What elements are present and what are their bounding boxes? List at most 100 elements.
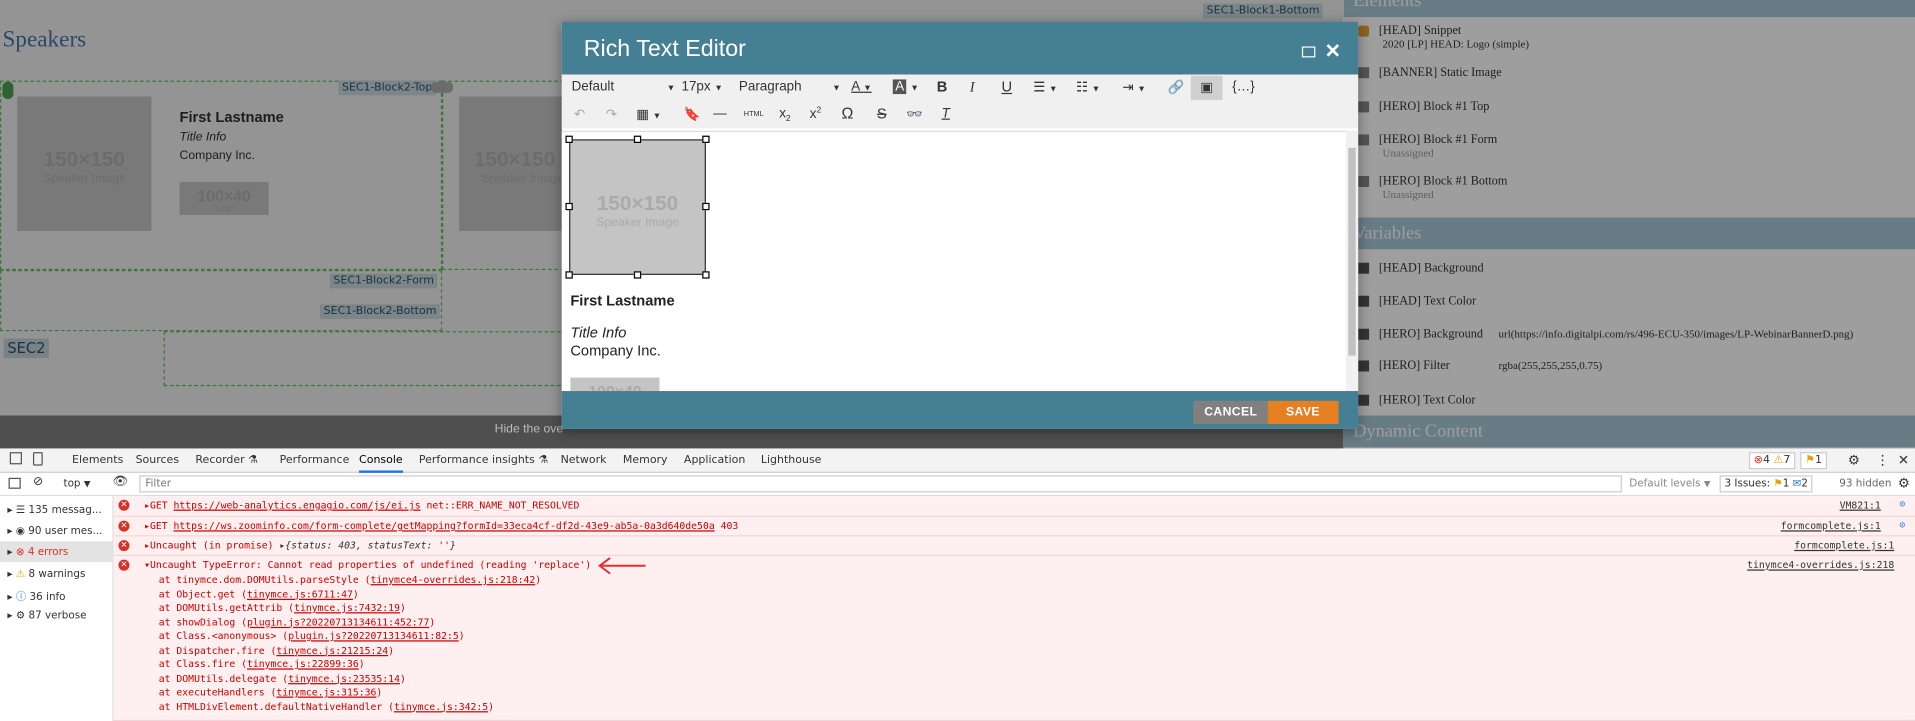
redo-icon[interactable]: ↷: [606, 106, 617, 123]
sidebar-item-info[interactable]: ▸ ⓘ 36 info: [0, 584, 114, 605]
resize-handle[interactable]: [565, 202, 573, 211]
selected-image[interactable]: 150×150 Speaker Image: [569, 139, 706, 275]
maximize-icon[interactable]: [1301, 45, 1315, 57]
frame-end: ): [388, 644, 395, 656]
bookmark-icon[interactable]: 🔖: [684, 106, 701, 123]
frame-link[interactable]: tinymce.js:21215:24: [276, 645, 388, 656]
subscript-icon[interactable]: x2: [779, 106, 790, 123]
superscript-icon[interactable]: x2: [810, 106, 821, 121]
sidebar-item-warnings[interactable]: ▸ ⚠ 8 warnings: [0, 563, 114, 584]
frame-link[interactable]: tinymce.js:342:5: [394, 701, 488, 712]
background-color-icon[interactable]: A ▼: [892, 79, 919, 95]
cancel-button[interactable]: CANCEL: [1193, 400, 1269, 425]
sidebar-item-errors[interactable]: ▸ ⊗ 4 errors: [0, 541, 114, 563]
sidebar-item-messages[interactable]: ▸ ☰ 135 messag...: [0, 500, 114, 521]
message-source-link[interactable]: VM821:1: [1840, 500, 1881, 511]
close-icon[interactable]: ✕: [1325, 42, 1341, 63]
message-source-link[interactable]: formcomplete.js:1: [1781, 521, 1881, 532]
frame-link[interactable]: tinymce.js:22899:36: [247, 659, 359, 670]
settings-gear-icon[interactable]: ⚙: [1848, 452, 1860, 468]
save-button[interactable]: SAVE: [1267, 400, 1339, 425]
tab-sources[interactable]: Sources: [136, 455, 179, 467]
editor-content-area[interactable]: 150×150 Speaker Image First Lastname Tit…: [561, 130, 1359, 392]
message-url[interactable]: https://ws.zoominfo.com/form-complete/ge…: [174, 521, 715, 532]
message-source-link[interactable]: tinymce4-overrides.js:218: [1747, 560, 1894, 571]
font-family-select[interactable]: Default ▼: [572, 79, 676, 94]
resize-handle[interactable]: [565, 271, 573, 279]
frame-link[interactable]: plugin.js?20220713134611:82:5: [288, 631, 459, 642]
link-icon[interactable]: 🔗: [1168, 79, 1185, 96]
special-character-icon[interactable]: Ω: [841, 104, 853, 122]
resize-handle[interactable]: [702, 202, 710, 211]
frame-text: at HTMLDivElement.defaultNativeHandler (: [158, 700, 395, 712]
find-replace-icon[interactable]: 👓: [906, 106, 923, 123]
font-size-select[interactable]: 17px ▼: [681, 79, 722, 94]
tab-console[interactable]: Console: [359, 455, 403, 473]
console-message-expanded[interactable]: ✕ ▾Uncaught TypeError: Cannot read prope…: [113, 556, 1915, 721]
align-icon[interactable]: ☰ ▼: [1033, 79, 1057, 96]
device-toolbar-icon[interactable]: [32, 452, 43, 466]
console-message[interactable]: ✕ ▸Uncaught (in promise) ▸{status: 403, …: [113, 536, 1915, 557]
tab-elements[interactable]: Elements: [72, 455, 123, 467]
text-color-icon[interactable]: A ▼: [851, 79, 871, 94]
stack-frame: at showDialog (plugin.js?20220713134611:…: [159, 616, 435, 627]
issues-badge[interactable]: ⚑1: [1800, 452, 1827, 470]
clear-console-icon[interactable]: ⊘: [33, 475, 43, 488]
bullet-list-icon[interactable]: ☷ ▼: [1076, 79, 1100, 96]
frame-link[interactable]: tinymce.js:7432:19: [294, 602, 400, 613]
message-url[interactable]: https://web-analytics.engagio.com/js/ei.…: [174, 500, 421, 511]
console-filter-input[interactable]: [139, 475, 1622, 493]
sidebar-toggle-icon[interactable]: [8, 477, 21, 489]
strikethrough-icon[interactable]: S: [877, 105, 887, 122]
undo-icon[interactable]: ↶: [574, 106, 585, 123]
tab-lighthouse[interactable]: Lighthouse: [761, 455, 822, 467]
log-levels-select[interactable]: Default levels ▼: [1629, 478, 1710, 490]
sidebar-item-user-messages[interactable]: ▸ ◉ 90 user mes...: [0, 521, 114, 542]
editor-scrollbar[interactable]: [1345, 130, 1359, 392]
indent-icon[interactable]: ⇥ ▼: [1122, 79, 1145, 96]
scrollbar-thumb[interactable]: [1348, 147, 1356, 356]
underline-icon[interactable]: U: [1001, 78, 1012, 95]
tab-performance-insights[interactable]: Performance insights ⚗: [419, 455, 548, 467]
verbose-gear-icon: ⚙: [15, 609, 26, 622]
bold-icon[interactable]: B: [937, 78, 948, 95]
code-icon[interactable]: {…}: [1232, 79, 1254, 94]
frame-link[interactable]: tinymce.js:6711:47: [247, 588, 353, 599]
console-message[interactable]: ✕ ▸GET https://web-analytics.engagio.com…: [113, 496, 1915, 517]
tab-recorder[interactable]: Recorder ⚗: [195, 455, 258, 467]
frame-link[interactable]: tinymce.js:23535:14: [288, 673, 400, 684]
tab-application[interactable]: Application: [684, 455, 745, 467]
tab-network[interactable]: Network: [561, 455, 607, 467]
warning-icon: ⚠: [1773, 454, 1784, 467]
resize-handle[interactable]: [633, 135, 642, 143]
frame-link[interactable]: tinymce4-overrides.js:218:42: [371, 574, 536, 585]
resize-handle[interactable]: [565, 135, 573, 143]
italic-icon[interactable]: I: [970, 78, 975, 96]
frame-link[interactable]: plugin.js?20220713134611:452:77: [247, 616, 429, 627]
block-format-value: Paragraph: [738, 79, 802, 95]
live-expression-eye-icon[interactable]: 👁: [112, 475, 128, 488]
block-format-select[interactable]: Paragraph ▼: [739, 79, 841, 94]
resize-handle[interactable]: [702, 271, 710, 279]
horizontal-rule-icon[interactable]: —: [713, 106, 726, 121]
close-devtools-icon[interactable]: ✕: [1898, 452, 1909, 468]
tab-performance[interactable]: Performance: [280, 455, 350, 467]
table-icon[interactable]: ▦ ▼: [636, 106, 661, 123]
console-message[interactable]: ✕ ▸GET https://ws.zoominfo.com/form-comp…: [113, 516, 1915, 537]
resize-handle[interactable]: [633, 271, 642, 279]
tab-memory[interactable]: Memory: [623, 455, 668, 467]
issues-button[interactable]: 3 Issues: ⚑1 ✉2: [1719, 475, 1813, 493]
error-count-badge[interactable]: ⊗4 ⚠7: [1748, 452, 1796, 470]
inspect-element-icon[interactable]: [9, 452, 22, 465]
message-source-link[interactable]: formcomplete.js:1: [1794, 540, 1894, 551]
message-object[interactable]: ▸{status: 403, statusText: ''}: [279, 540, 455, 551]
html-icon[interactable]: HTML: [744, 111, 764, 118]
frame-link[interactable]: tinymce.js:315:36: [276, 687, 376, 698]
context-select[interactable]: top ▼: [64, 478, 91, 490]
sidebar-item-verbose[interactable]: ▸ ⚙ 87 verbose: [0, 605, 114, 626]
console-settings-gear-icon[interactable]: ⚙: [1898, 475, 1910, 491]
clear-formatting-icon[interactable]: T: [942, 106, 950, 121]
more-options-icon[interactable]: ⋮: [1876, 452, 1889, 468]
resize-handle[interactable]: [702, 135, 710, 143]
image-icon[interactable]: ▣: [1190, 75, 1223, 101]
